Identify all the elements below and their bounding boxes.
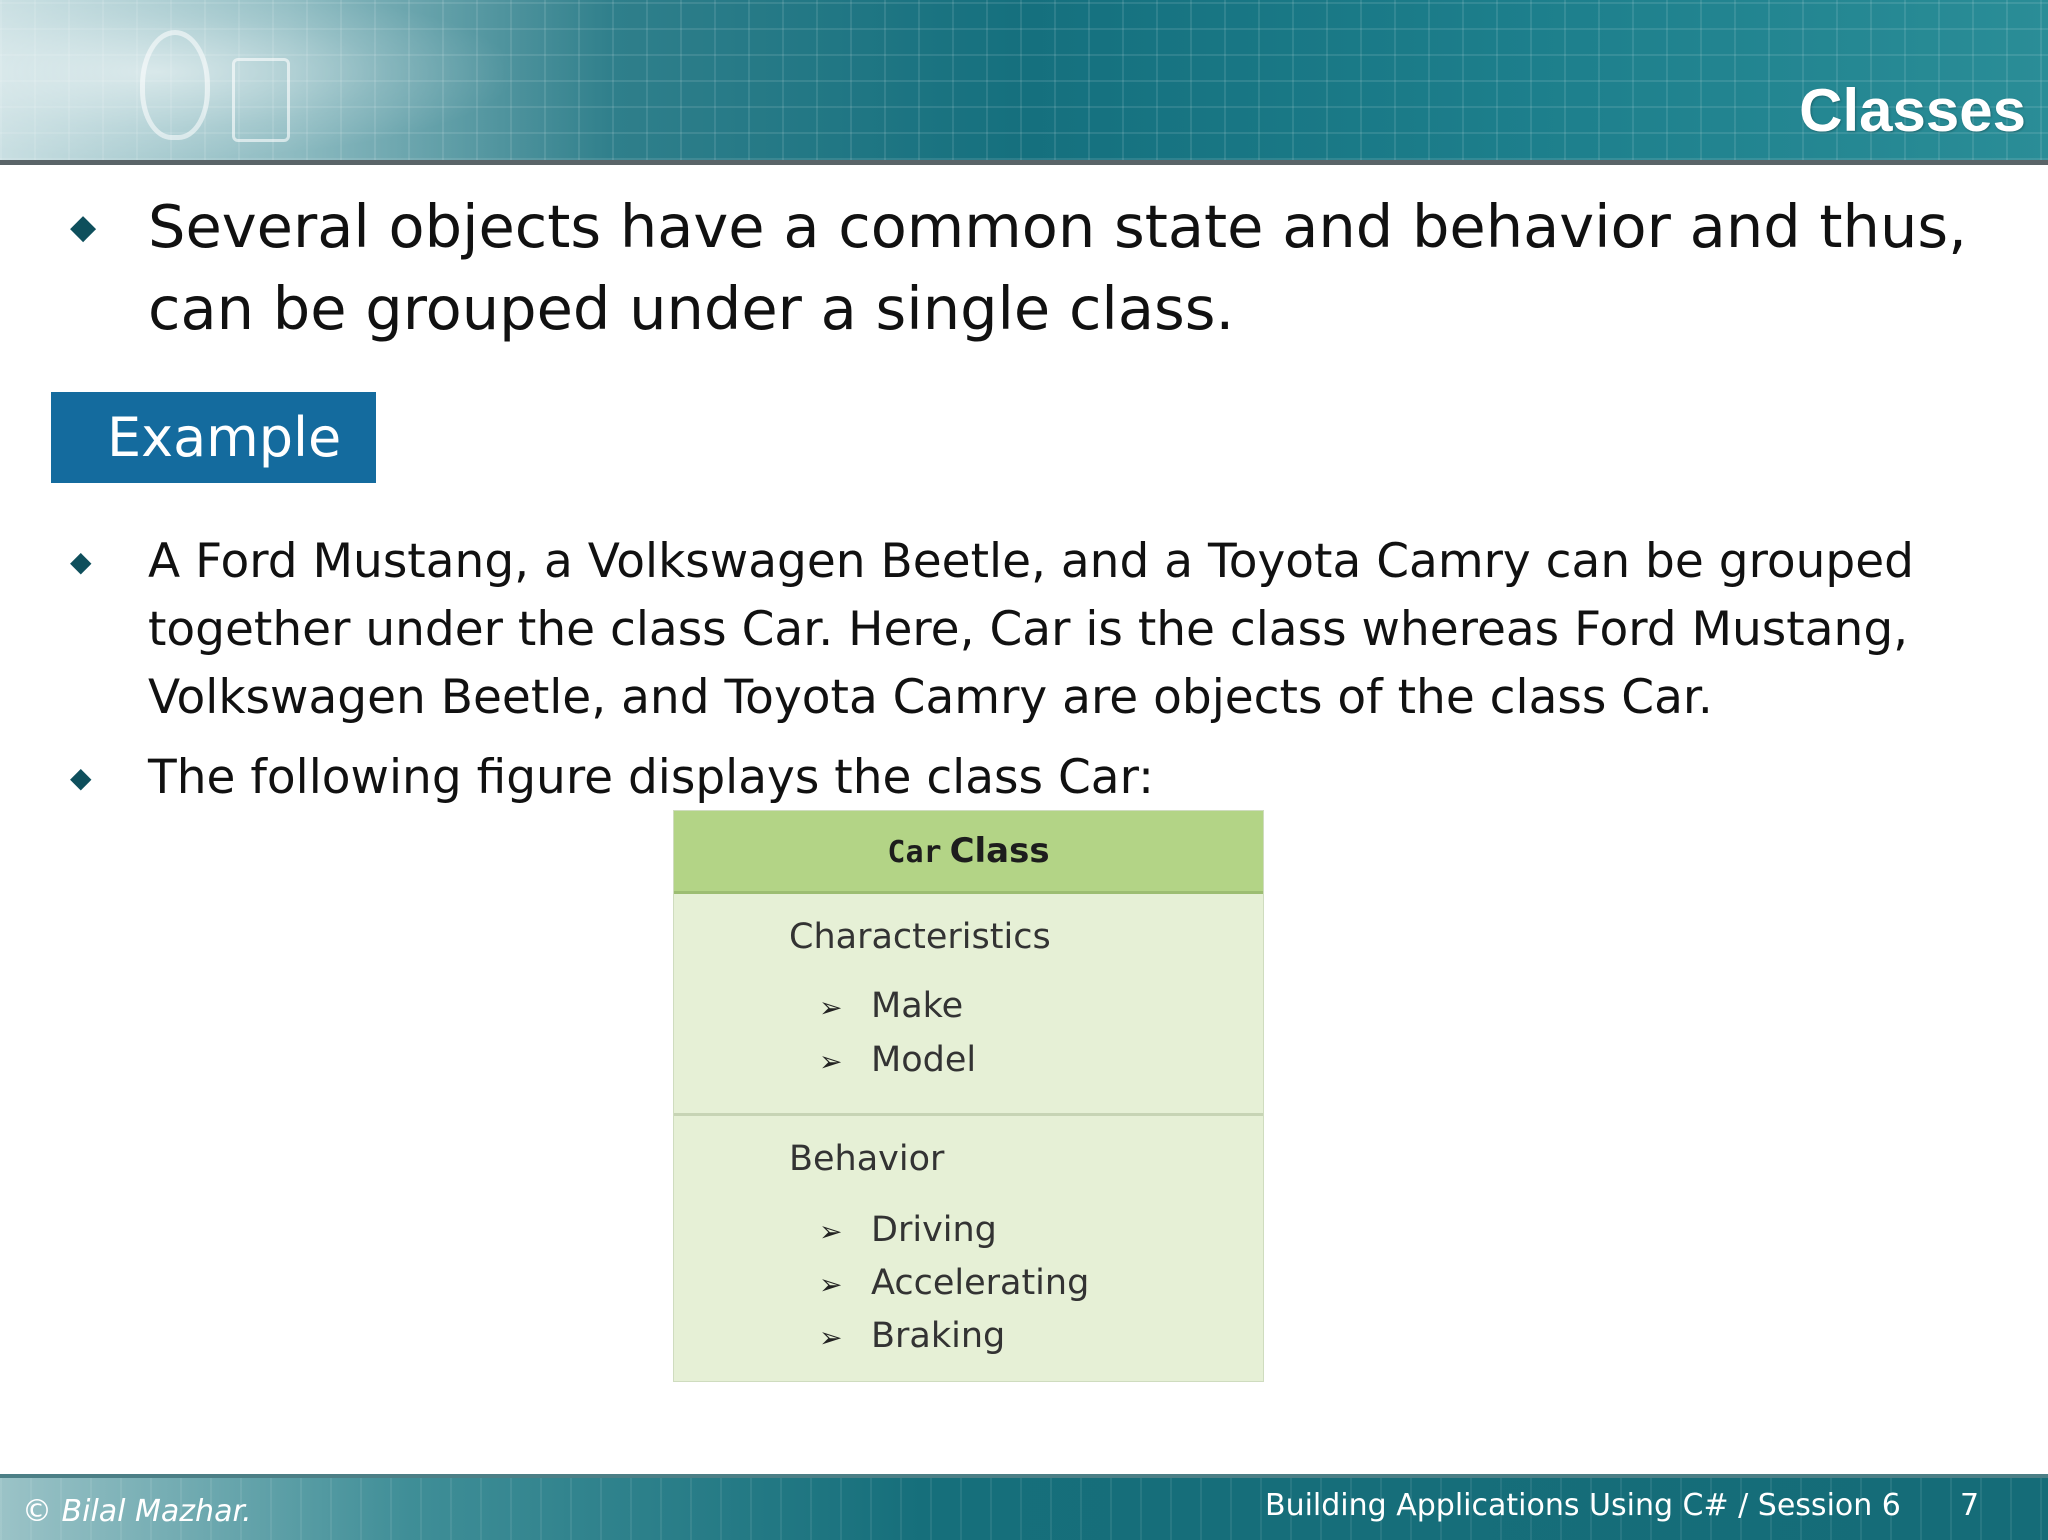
- device-graphic: [232, 58, 290, 142]
- figure-class-name: Car: [887, 835, 942, 870]
- bullet-figure-intro: ◆ The following figure displays the clas…: [70, 744, 1998, 812]
- diamond-bullet-icon: ◆: [70, 761, 92, 794]
- bullet-example: ◆ A Ford Mustang, a Volkswagen Beetle, a…: [70, 528, 1998, 732]
- list-item: ➢ Driving: [819, 1210, 997, 1250]
- figure-header: Car Class: [674, 811, 1263, 894]
- item-label: Accelerating: [871, 1263, 1090, 1303]
- example-label-box: Example: [51, 392, 376, 483]
- figure-class-suffix: Class: [949, 831, 1050, 871]
- ear-graphic: [140, 30, 210, 140]
- bullet-intro: ◆ Several objects have a common state an…: [70, 186, 1998, 350]
- item-label: Make: [871, 986, 964, 1026]
- page-number: 7: [1960, 1488, 1980, 1523]
- example-label: Example: [107, 406, 342, 469]
- characteristics-heading: Characteristics: [789, 917, 1051, 957]
- item-label: Braking: [871, 1316, 1006, 1356]
- list-item: ➢ Accelerating: [819, 1263, 1089, 1303]
- arrow-bullet-icon: ➢: [819, 1268, 843, 1301]
- list-item: ➢ Model: [819, 1040, 976, 1080]
- item-label: Model: [871, 1040, 977, 1080]
- course-title: Building Applications Using C# / Session…: [1265, 1488, 1901, 1523]
- bullet-text: The following figure displays the class …: [148, 750, 1154, 805]
- behavior-heading: Behavior: [789, 1139, 945, 1179]
- list-item: ➢ Braking: [819, 1316, 1005, 1356]
- bullet-text: A Ford Mustang, a Volkswagen Beetle, and…: [148, 534, 1914, 725]
- copyright-text: © Bilal Mazhar.: [22, 1494, 252, 1529]
- slide-footer: © Bilal Mazhar. Building Applications Us…: [0, 1474, 2048, 1540]
- bullet-text: Several objects have a common state and …: [148, 192, 1967, 343]
- arrow-bullet-icon: ➢: [819, 1045, 843, 1078]
- figure-divider: [674, 1113, 1263, 1116]
- slide-header: Classes: [0, 0, 2048, 165]
- slide-title: Classes: [1799, 77, 2026, 144]
- arrow-bullet-icon: ➢: [819, 1215, 843, 1248]
- arrow-bullet-icon: ➢: [819, 1321, 843, 1354]
- item-label: Driving: [871, 1210, 997, 1250]
- list-item: ➢ Make: [819, 986, 963, 1026]
- car-class-figure: Car Class Characteristics ➢ Make ➢ Model Be…: [673, 810, 1264, 1382]
- arrow-bullet-icon: ➢: [819, 991, 843, 1024]
- diamond-bullet-icon: ◆: [70, 207, 97, 247]
- diamond-bullet-icon: ◆: [70, 545, 92, 578]
